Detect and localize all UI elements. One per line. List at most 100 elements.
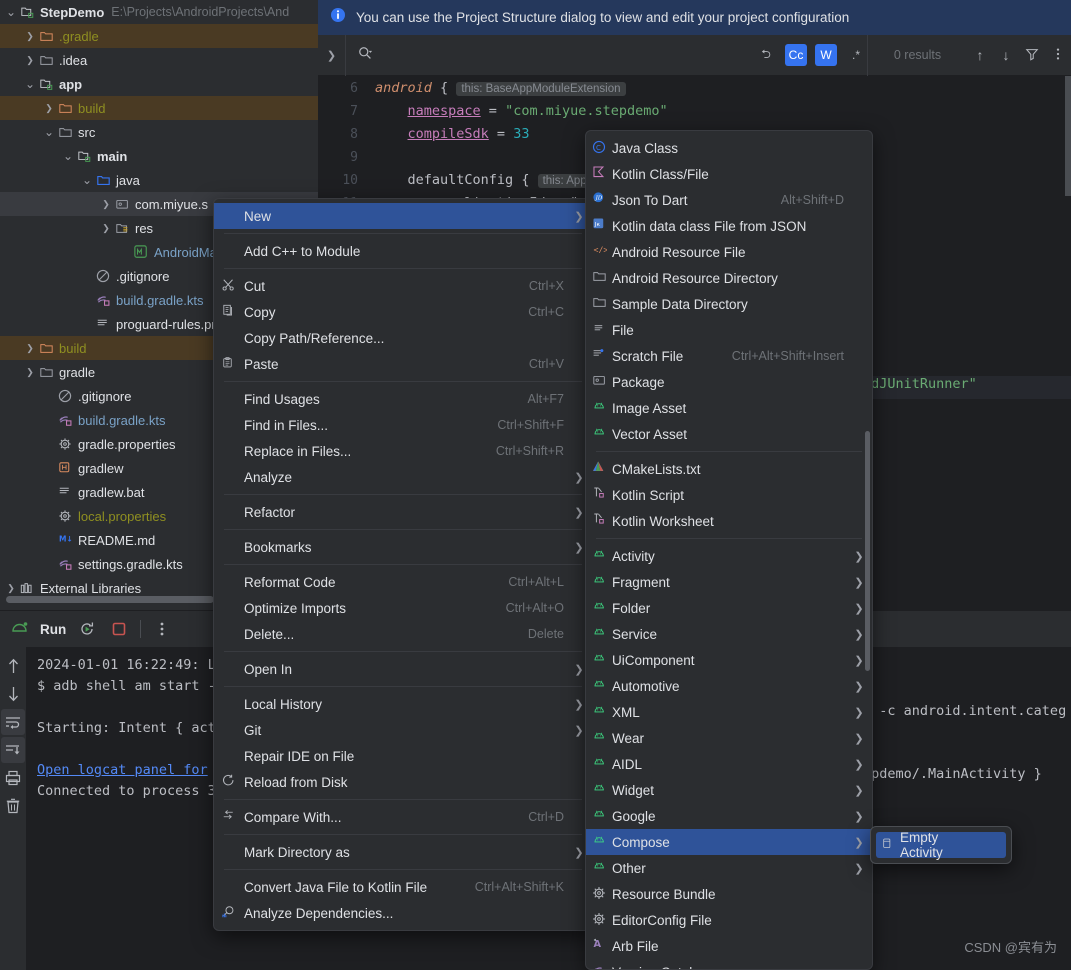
menu-item-xml[interactable]: XML ❯ xyxy=(586,699,872,725)
menu-item-scratch-file[interactable]: Scratch File Ctrl+Alt+Shift+Insert xyxy=(586,343,872,369)
editor-vertical-scrollbar[interactable] xyxy=(1065,76,1071,196)
menu-item-cmakelists-txt[interactable]: CMakeLists.txt xyxy=(586,456,872,482)
menu-item-wear[interactable]: Wear ❯ xyxy=(586,725,872,751)
menu-item-bookmarks[interactable]: Bookmarks ❯ xyxy=(214,534,592,560)
menu-item-refactor[interactable]: Refactor ❯ xyxy=(214,499,592,525)
menu-item-paste[interactable]: Paste Ctrl+V xyxy=(214,351,592,377)
search-history-icon[interactable]: ⮌ xyxy=(755,44,777,66)
chevron-down-icon[interactable]: ⌄ xyxy=(23,75,37,93)
tree-item-java[interactable]: ⌄ java xyxy=(0,168,318,192)
tree-item--gradle[interactable]: ❯ .gradle xyxy=(0,24,318,48)
arrow-down-icon[interactable]: ↓ xyxy=(993,47,1019,63)
menu-item-delete-[interactable]: Delete... Delete xyxy=(214,621,592,647)
print-icon[interactable] xyxy=(1,765,25,791)
menu-item-reload-from-disk[interactable]: Reload from Disk xyxy=(214,769,592,795)
search-input[interactable] xyxy=(380,47,747,63)
menu-item-copy[interactable]: Copy Ctrl+C xyxy=(214,299,592,325)
match-case-toggle[interactable]: Cc xyxy=(785,44,807,66)
menu-item-aidl[interactable]: AIDL ❯ xyxy=(586,751,872,777)
menu-item-new[interactable]: New ❯ xyxy=(214,203,592,229)
menu-item-vector-asset[interactable]: Vector Asset xyxy=(586,421,872,447)
words-toggle[interactable]: W xyxy=(815,44,837,66)
chevron-right-icon[interactable]: ❯ xyxy=(318,49,345,62)
menu-item-arb-file[interactable]: A Arb File xyxy=(586,933,872,959)
find-input-group[interactable]: ⮌ Cc W .* xyxy=(345,34,867,76)
menu-item-google[interactable]: Google ❯ xyxy=(586,803,872,829)
chevron-right-icon[interactable]: ❯ xyxy=(42,96,56,120)
menu-item-cut[interactable]: Cut Ctrl+X xyxy=(214,273,592,299)
menu-item-fragment[interactable]: Fragment ❯ xyxy=(586,569,872,595)
menu-item-other[interactable]: Other ❯ xyxy=(586,855,872,881)
chevron-down-icon[interactable]: ⌄ xyxy=(42,123,56,141)
file-context-menu[interactable]: New ❯ Add C++ to Module Cut Ctrl+X Copy Ctrl+C… xyxy=(213,198,593,931)
menu-item-android-resource-directory[interactable]: Android Resource Directory xyxy=(586,265,872,291)
menu-item-analyze-dependencies-[interactable]: Analyze Dependencies... xyxy=(214,900,592,926)
menu-item-analyze[interactable]: Analyze ❯ xyxy=(214,464,592,490)
scroll-up-icon[interactable] xyxy=(1,653,25,679)
regex-toggle[interactable]: .* xyxy=(845,44,867,66)
new-submenu[interactable]: C Java Class Kotlin Class/File JD Json To Da… xyxy=(585,130,873,970)
soft-wrap-icon[interactable] xyxy=(1,709,25,735)
menu-item-file[interactable]: File xyxy=(586,317,872,343)
menu-item-open-in[interactable]: Open In ❯ xyxy=(214,656,592,682)
menu-item-kotlin-class-file[interactable]: Kotlin Class/File xyxy=(586,161,872,187)
tree-item-stepdemo[interactable]: ⌄ StepDemo E:\Projects\AndroidProjects\And xyxy=(0,0,318,24)
menu-item-sample-data-directory[interactable]: Sample Data Directory xyxy=(586,291,872,317)
menu-item-copy-path-reference-[interactable]: Copy Path/Reference... xyxy=(214,325,592,351)
arrow-up-icon[interactable]: ↑ xyxy=(967,47,993,63)
chevron-right-icon[interactable]: ❯ xyxy=(99,216,113,240)
chevron-right-icon[interactable]: ❯ xyxy=(23,336,37,360)
menu-item-compose[interactable]: Compose ❯ xyxy=(586,829,872,855)
chevron-down-icon[interactable]: ⌄ xyxy=(61,147,75,165)
menu-item-find-in-files-[interactable]: Find in Files... Ctrl+Shift+F xyxy=(214,412,592,438)
scroll-down-icon[interactable] xyxy=(1,681,25,707)
scroll-end-icon[interactable] xyxy=(1,737,25,763)
menu-item-folder[interactable]: Folder ❯ xyxy=(586,595,872,621)
rerun-icon[interactable] xyxy=(76,618,98,640)
menu-item-version-catalog[interactable]: Version Catalog xyxy=(586,959,872,969)
filter-icon[interactable] xyxy=(1019,47,1045,64)
stop-icon[interactable] xyxy=(108,618,130,640)
chevron-down-icon[interactable]: ⌄ xyxy=(80,171,94,189)
menu-item-repair-ide-on-file[interactable]: Repair IDE on File xyxy=(214,743,592,769)
menu-item-json-to-dart[interactable]: JD Json To Dart Alt+Shift+D xyxy=(586,187,872,213)
menu-item-kotlin-data-class-file-from-json[interactable]: Jк Kotlin data class File from JSON xyxy=(586,213,872,239)
menu-item-java-class[interactable]: C Java Class xyxy=(586,135,872,161)
menu-item-mark-directory-as[interactable]: Mark Directory as ❯ xyxy=(214,839,592,865)
submenu-scrollbar[interactable] xyxy=(865,431,870,671)
menu-item-package[interactable]: Package xyxy=(586,369,872,395)
menu-item-optimize-imports[interactable]: Optimize Imports Ctrl+Alt+O xyxy=(214,595,592,621)
more-vertical-icon[interactable] xyxy=(151,618,173,640)
menu-item-resource-bundle[interactable]: Resource Bundle xyxy=(586,881,872,907)
tree-item--idea[interactable]: ❯ .idea xyxy=(0,48,318,72)
tree-item-build[interactable]: ❯ build xyxy=(0,96,318,120)
menu-item-local-history[interactable]: Local History ❯ xyxy=(214,691,592,717)
menu-item-image-asset[interactable]: Image Asset xyxy=(586,395,872,421)
menu-item-add-c++-to-module[interactable]: Add C++ to Module xyxy=(214,238,592,264)
project-tree-horizontal-scrollbar[interactable] xyxy=(6,596,214,603)
menu-item-widget[interactable]: Widget ❯ xyxy=(586,777,872,803)
menu-item-find-usages[interactable]: Find Usages Alt+F7 xyxy=(214,386,592,412)
chevron-right-icon[interactable]: ❯ xyxy=(23,24,37,48)
more-vertical-icon[interactable] xyxy=(1045,47,1071,64)
compose-submenu[interactable]: Empty Activity xyxy=(870,826,1012,864)
chevron-right-icon[interactable]: ❯ xyxy=(23,48,37,72)
tree-item-src[interactable]: ⌄ src xyxy=(0,120,318,144)
menu-item-android-resource-file[interactable]: </> Android Resource File xyxy=(586,239,872,265)
menu-item-kotlin-script[interactable]: Kotlin Script xyxy=(586,482,872,508)
menu-item-uicomponent[interactable]: UiComponent ❯ xyxy=(586,647,872,673)
clear-all-icon[interactable] xyxy=(1,793,25,819)
menu-item-reformat-code[interactable]: Reformat Code Ctrl+Alt+L xyxy=(214,569,592,595)
tree-item-app[interactable]: ⌄ app xyxy=(0,72,318,96)
menu-item-compare-with-[interactable]: Compare With... Ctrl+D xyxy=(214,804,592,830)
chevron-down-icon[interactable]: ⌄ xyxy=(4,3,18,21)
menu-item-editorconfig-file[interactable]: EditorConfig File xyxy=(586,907,872,933)
menu-item-service[interactable]: Service ❯ xyxy=(586,621,872,647)
menu-item-empty-activity[interactable]: Empty Activity xyxy=(876,830,1006,860)
menu-item-convert-java-file-to-kotlin-file[interactable]: Convert Java File to Kotlin File Ctrl+Alt… xyxy=(214,874,592,900)
menu-item-automotive[interactable]: Automotive ❯ xyxy=(586,673,872,699)
chevron-right-icon[interactable]: ❯ xyxy=(99,192,113,216)
chevron-right-icon[interactable]: ❯ xyxy=(23,360,37,384)
menu-item-replace-in-files-[interactable]: Replace in Files... Ctrl+Shift+R xyxy=(214,438,592,464)
menu-item-activity[interactable]: Activity ❯ xyxy=(586,543,872,569)
